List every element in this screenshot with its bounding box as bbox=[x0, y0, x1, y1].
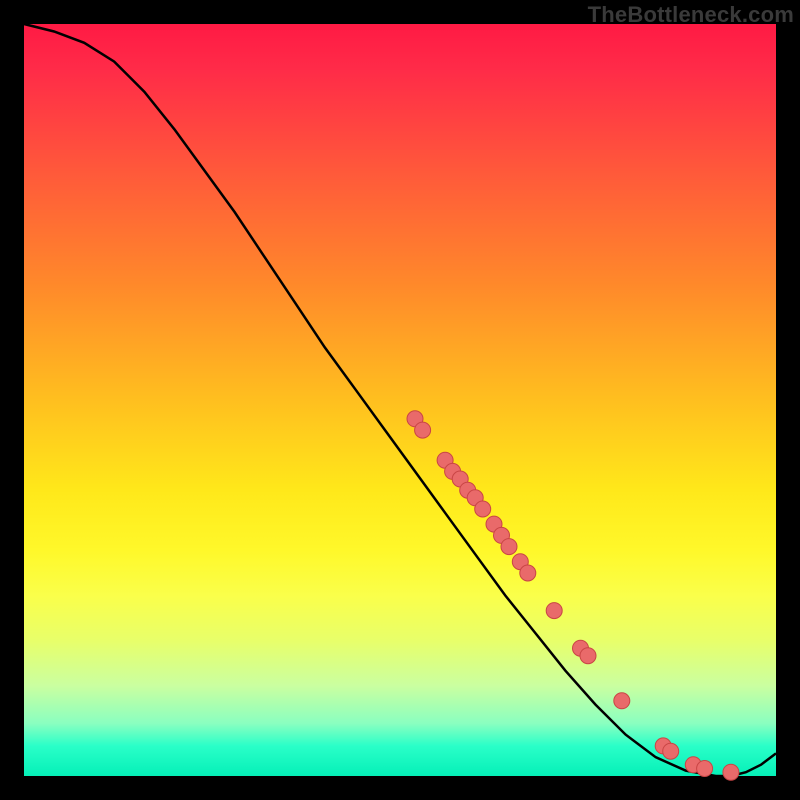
watermark-label: TheBottleneck.com bbox=[588, 2, 794, 28]
plot-gradient-background bbox=[24, 24, 776, 776]
chart-frame: TheBottleneck.com bbox=[0, 0, 800, 800]
